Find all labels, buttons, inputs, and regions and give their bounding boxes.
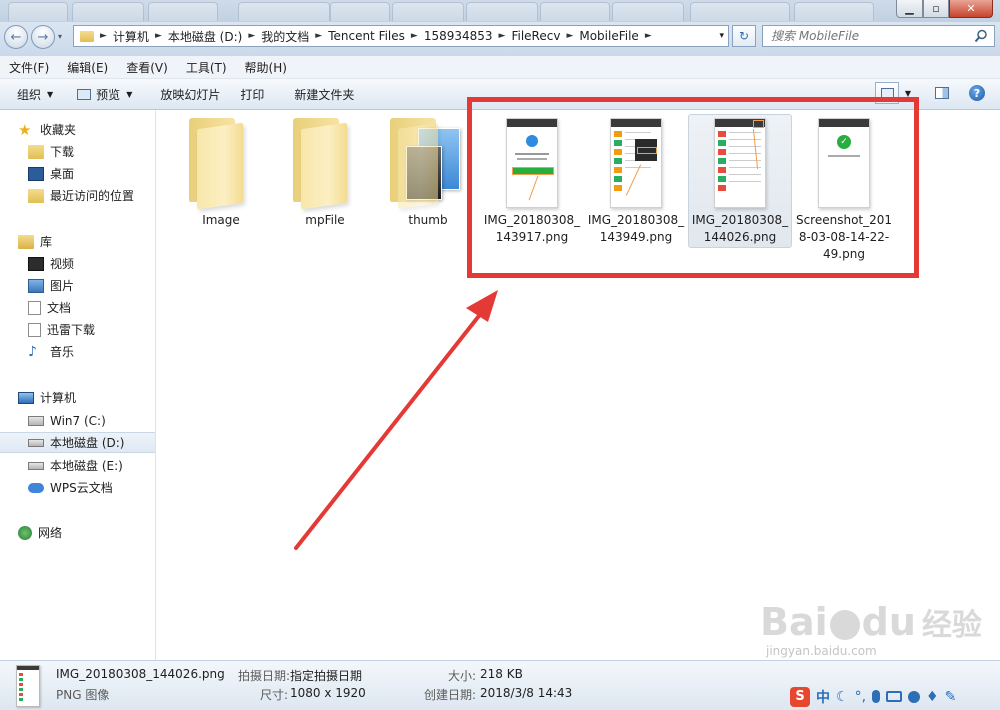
wrench-icon[interactable]: ✎ [945, 689, 957, 705]
paw-icon [829, 609, 860, 640]
shirt-icon[interactable]: ♦ [926, 689, 939, 705]
punctuation-icon[interactable]: °, [855, 689, 866, 705]
microphone-icon[interactable] [872, 690, 881, 703]
baidu-watermark: Bai du 经验 jingyan.baidu.com [760, 600, 982, 658]
ime-toolbar: S 中 ☾ °, ♦ ✎ [790, 684, 1000, 709]
sogou-logo-icon[interactable]: S [790, 686, 810, 707]
moon-icon[interactable]: ☾ [836, 689, 849, 705]
keyboard-icon[interactable] [886, 691, 903, 702]
ime-language-toggle[interactable]: 中 [816, 687, 830, 707]
user-icon[interactable] [908, 690, 921, 703]
